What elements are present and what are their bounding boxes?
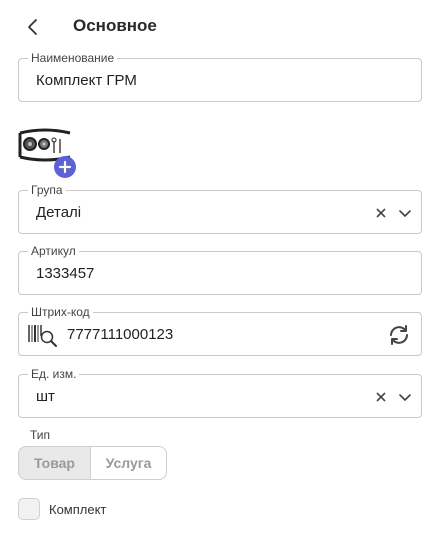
plus-icon [58,160,72,174]
add-image-button[interactable] [54,156,76,178]
article-field[interactable]: Артикул 1333457 [18,244,422,295]
barcode-field-value[interactable]: 7777111000123 [67,326,173,344]
unit-clear-button[interactable] [371,387,391,407]
group-select-label: Група [28,183,66,197]
barcode-field[interactable]: Штрих-код 7777111000123 [18,305,422,356]
type-option-service[interactable]: Услуга [90,446,167,480]
article-field-label: Артикул [28,244,79,258]
group-dropdown-button[interactable] [395,203,415,223]
unit-select[interactable]: Ед. изм. шт [18,367,422,418]
name-field[interactable]: Наименование Комплект ГРМ [18,51,422,102]
chevron-left-icon [28,19,37,35]
group-select[interactable]: Група Деталі [18,183,422,234]
unit-select-label: Ед. изм. [28,367,80,381]
kit-checkbox[interactable] [18,498,40,520]
unit-select-actions [371,386,415,408]
barcode-field-label: Штрих-код [28,305,93,319]
header: Основное [0,0,437,54]
group-clear-button[interactable] [371,203,391,223]
unit-dropdown-button[interactable] [395,387,415,407]
regenerate-barcode-button[interactable] [387,323,411,347]
page-title: Основное [73,16,157,35]
close-icon [376,392,386,402]
barcode-scan-icon[interactable] [27,322,57,348]
name-field-label: Наименование [28,51,118,65]
type-option-goods[interactable]: Товар [18,446,91,480]
article-field-value[interactable]: 1333457 [36,265,94,283]
refresh-icon [390,325,408,345]
close-icon [376,208,386,218]
type-label: Тип [30,428,51,442]
group-select-value: Деталі [36,204,82,221]
group-select-actions [371,202,415,224]
chevron-down-icon [399,210,411,217]
chevron-down-icon [399,394,411,401]
back-button[interactable] [20,14,46,40]
name-field-value[interactable]: Комплект ГРМ [36,72,137,90]
unit-select-value: шт [36,388,55,405]
kit-checkbox-label[interactable]: Комплект [49,502,106,517]
